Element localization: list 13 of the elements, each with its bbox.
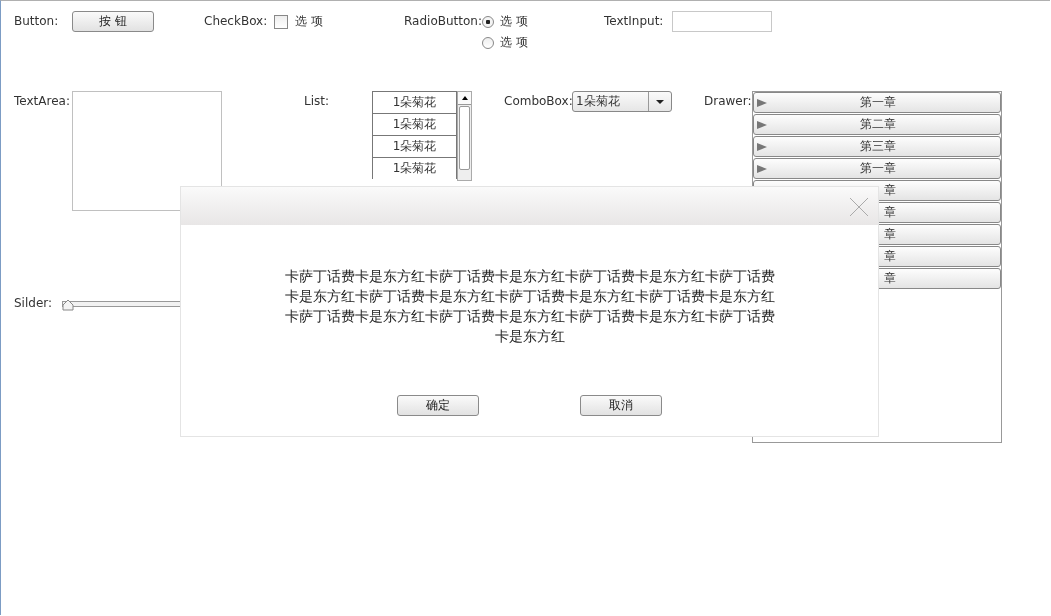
field-label: CheckBox: xyxy=(204,13,269,30)
dialog-message: 卡萨丁话费卡是东方红卡萨丁话费卡是东方红卡萨丁话费卡是东方红卡萨丁话费卡是东方红卡萨丁话费卡是东方红卡萨丁话费卡是东方红卡萨丁话费卡是东方红卡萨丁话费卡是东方红卡萨丁话费卡是东方红卡萨丁话费卡是东方红卡萨丁话费卡是东方红 xyxy=(283,267,776,346)
field-label: TextArea: xyxy=(14,93,71,110)
field-label: Silder: xyxy=(14,295,54,312)
field-label: Drawer: xyxy=(704,93,752,110)
radio-label: 选 项 xyxy=(500,13,528,30)
checkbox-label: 选 项 xyxy=(295,13,323,30)
field-label: ComboBox: xyxy=(504,93,572,110)
field-label: TextInput: xyxy=(604,13,665,30)
field-label: List: xyxy=(304,93,331,110)
radio-label: 选 项 xyxy=(500,34,528,51)
field-label: Button: xyxy=(14,13,60,30)
field-label: RadioButton: xyxy=(404,13,482,30)
